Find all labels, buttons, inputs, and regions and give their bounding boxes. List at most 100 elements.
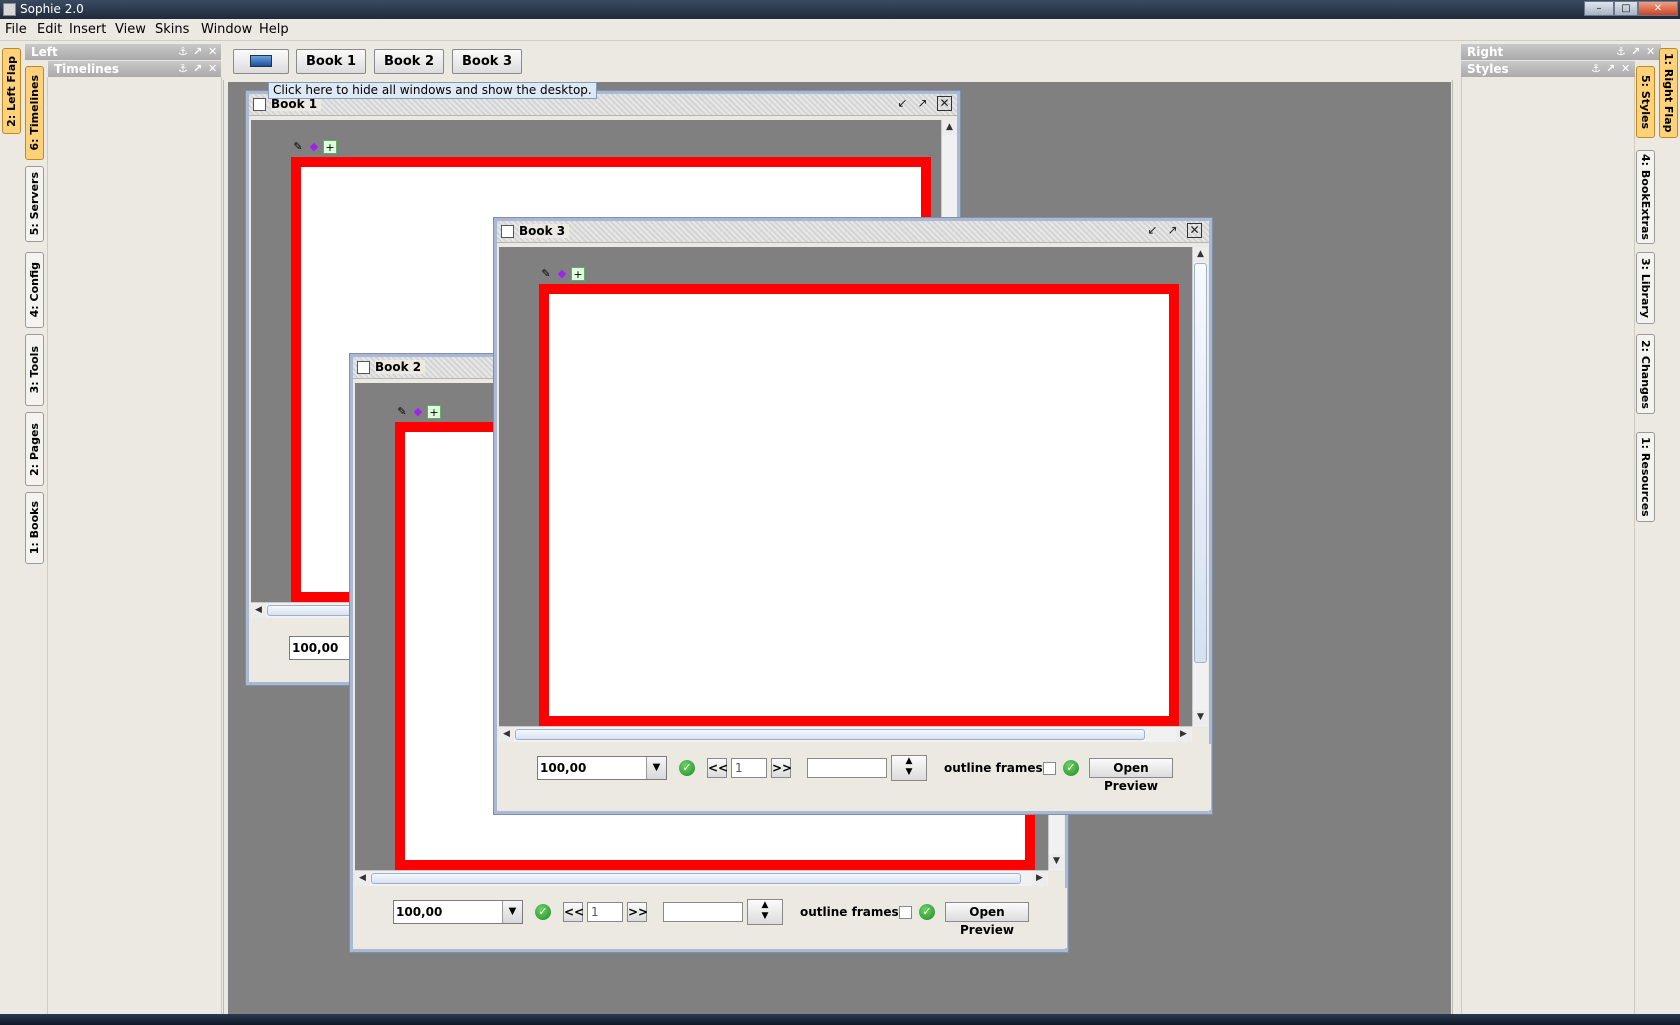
book3-bottom-bar: 100,00 ▼ ✓ << 1 >> ▲ ▼ outline frames ✓ O… <box>499 744 1211 810</box>
maximize-button[interactable]: □ <box>1614 1 1638 16</box>
desktop-icon <box>250 55 272 67</box>
add-icon[interactable]: + <box>323 140 337 154</box>
tab-styles[interactable]: 5: Styles <box>1636 66 1655 138</box>
book3-page[interactable] <box>539 284 1179 726</box>
undock-icon[interactable]: ↗ <box>193 61 202 77</box>
close-icon[interactable]: ✕ <box>1646 44 1655 60</box>
tab-resources[interactable]: 1: Resources <box>1636 432 1655 522</box>
menu-skins[interactable]: Skins <box>155 22 189 37</box>
undock-icon[interactable]: ↗ <box>1606 61 1615 77</box>
close-icon[interactable]: ✕ <box>208 61 217 77</box>
undock-icon[interactable]: ↗ <box>193 44 202 60</box>
minimize-icon[interactable]: ↙ <box>895 96 910 111</box>
gem-icon[interactable]: ◆ <box>307 140 321 154</box>
book3-titlebar[interactable]: Book 3 ↙ ↗ ✕ <box>497 221 1209 243</box>
scroll-thumb[interactable] <box>371 873 1021 884</box>
chevron-down-icon[interactable]: ▼ <box>646 757 666 779</box>
tab-changes[interactable]: 2: Changes <box>1636 334 1655 414</box>
scroll-right-icon[interactable]: ▶ <box>1032 871 1047 886</box>
tab-library[interactable]: 3: Library <box>1636 252 1655 324</box>
frame-field[interactable] <box>663 902 743 922</box>
close-icon[interactable]: ✕ <box>1621 61 1630 77</box>
close-icon[interactable]: ✕ <box>1187 223 1202 238</box>
close-icon[interactable]: ✕ <box>208 44 217 60</box>
book3-button[interactable]: Book 3 <box>452 49 522 74</box>
book3-hscroll[interactable]: ◀ ▶ <box>499 726 1192 742</box>
scroll-thumb[interactable] <box>1194 263 1207 663</box>
scroll-left-icon[interactable]: ◀ <box>499 727 514 742</box>
timelines-panel <box>47 77 222 1014</box>
maximize-icon[interactable]: ↗ <box>1165 223 1180 238</box>
pin-icon[interactable]: ⚓ <box>1591 61 1601 77</box>
tab-bookextras[interactable]: 4: BookExtras <box>1636 150 1655 244</box>
close-button[interactable]: ✕ <box>1638 1 1678 16</box>
chevron-down-icon[interactable]: ▼ <box>502 901 522 923</box>
window-icon <box>357 361 370 374</box>
apply-zoom-icon[interactable]: ✓ <box>679 760 695 776</box>
prev-page-button[interactable]: << <box>707 758 728 778</box>
tab-pages[interactable]: 2: Pages <box>25 412 44 486</box>
menu-view[interactable]: View <box>115 22 146 37</box>
pin-icon[interactable]: ⚓ <box>178 61 188 77</box>
frame-field[interactable] <box>807 758 887 778</box>
book3-zoom-combo[interactable]: 100,00 ▼ <box>537 756 667 780</box>
scroll-thumb[interactable] <box>515 729 1145 740</box>
styles-panel <box>1461 77 1635 1014</box>
edit-icon[interactable]: ✎ <box>539 267 553 281</box>
next-page-button[interactable]: >> <box>771 758 792 778</box>
book2-hscroll[interactable]: ◀ ▶ <box>355 870 1048 886</box>
title-bar: Sophie 2.0 – □ ✕ <box>0 0 1680 19</box>
tab-config[interactable]: 4: Config <box>25 252 44 328</box>
spinner[interactable]: ▲ ▼ <box>891 755 927 781</box>
scroll-up-icon[interactable]: ▲ <box>942 120 957 135</box>
menu-file[interactable]: File <box>5 22 27 37</box>
apply-zoom-icon[interactable]: ✓ <box>535 904 551 920</box>
open-preview-button[interactable]: Open Preview <box>945 902 1029 937</box>
scroll-up-icon[interactable]: ▲ <box>1193 247 1208 262</box>
pin-icon[interactable]: ⚓ <box>1616 44 1626 60</box>
book3-window[interactable]: Book 3 ↙ ↗ ✕ ✎ ◆ + ▲ ▼ ◀ ▶ 100,00 ▼ ✓ <<… <box>494 218 1212 814</box>
outline-frames-checkbox[interactable] <box>1043 762 1056 775</box>
minimize-button[interactable]: – <box>1584 1 1614 16</box>
gem-icon[interactable]: ◆ <box>555 267 569 281</box>
tab-books[interactable]: 1: Books <box>25 492 44 564</box>
gem-icon[interactable]: ◆ <box>411 405 425 419</box>
show-desktop-button[interactable] <box>233 49 289 74</box>
menu-help[interactable]: Help <box>259 22 289 37</box>
add-icon[interactable]: + <box>571 267 585 281</box>
scroll-left-icon[interactable]: ◀ <box>355 871 370 886</box>
tab-left-flap[interactable]: 2: Left Flap <box>2 48 21 134</box>
scroll-left-icon[interactable]: ◀ <box>251 603 266 618</box>
book2-zoom-combo[interactable]: 100,00 ▼ <box>393 900 523 924</box>
confirm-icon[interactable]: ✓ <box>919 904 935 920</box>
prev-page-button[interactable]: << <box>563 902 584 922</box>
maximize-icon[interactable]: ↗ <box>915 96 930 111</box>
page-number-field[interactable]: 1 <box>731 758 767 778</box>
minimize-icon[interactable]: ↙ <box>1145 223 1160 238</box>
menu-insert[interactable]: Insert <box>69 22 106 37</box>
edit-icon[interactable]: ✎ <box>291 140 305 154</box>
book3-vscroll[interactable]: ▲ ▼ <box>1192 247 1208 726</box>
add-icon[interactable]: + <box>427 405 441 419</box>
pin-icon[interactable]: ⚓ <box>178 44 188 60</box>
tab-right-flap[interactable]: 1: Right Flap <box>1659 48 1678 138</box>
page-number-field[interactable]: 1 <box>587 902 623 922</box>
outline-frames-checkbox[interactable] <box>899 906 912 919</box>
menu-window[interactable]: Window <box>201 22 252 37</box>
next-page-button[interactable]: >> <box>627 902 648 922</box>
confirm-icon[interactable]: ✓ <box>1063 760 1079 776</box>
tab-timelines[interactable]: 6: Timelines <box>25 66 44 160</box>
tab-servers[interactable]: 5: Servers <box>25 166 44 242</box>
scroll-down-icon[interactable]: ▼ <box>1049 854 1064 869</box>
open-preview-button[interactable]: Open Preview <box>1089 758 1173 793</box>
tab-tools[interactable]: 3: Tools <box>25 334 44 406</box>
book1-button[interactable]: Book 1 <box>296 49 366 74</box>
scroll-right-icon[interactable]: ▶ <box>1176 727 1191 742</box>
menu-edit[interactable]: Edit <box>37 22 62 37</box>
book2-button[interactable]: Book 2 <box>374 49 444 74</box>
undock-icon[interactable]: ↗ <box>1631 44 1640 60</box>
scroll-down-icon[interactable]: ▼ <box>1193 710 1208 725</box>
close-icon[interactable]: ✕ <box>937 96 952 111</box>
edit-icon[interactable]: ✎ <box>395 405 409 419</box>
spinner[interactable]: ▲ ▼ <box>747 899 783 925</box>
